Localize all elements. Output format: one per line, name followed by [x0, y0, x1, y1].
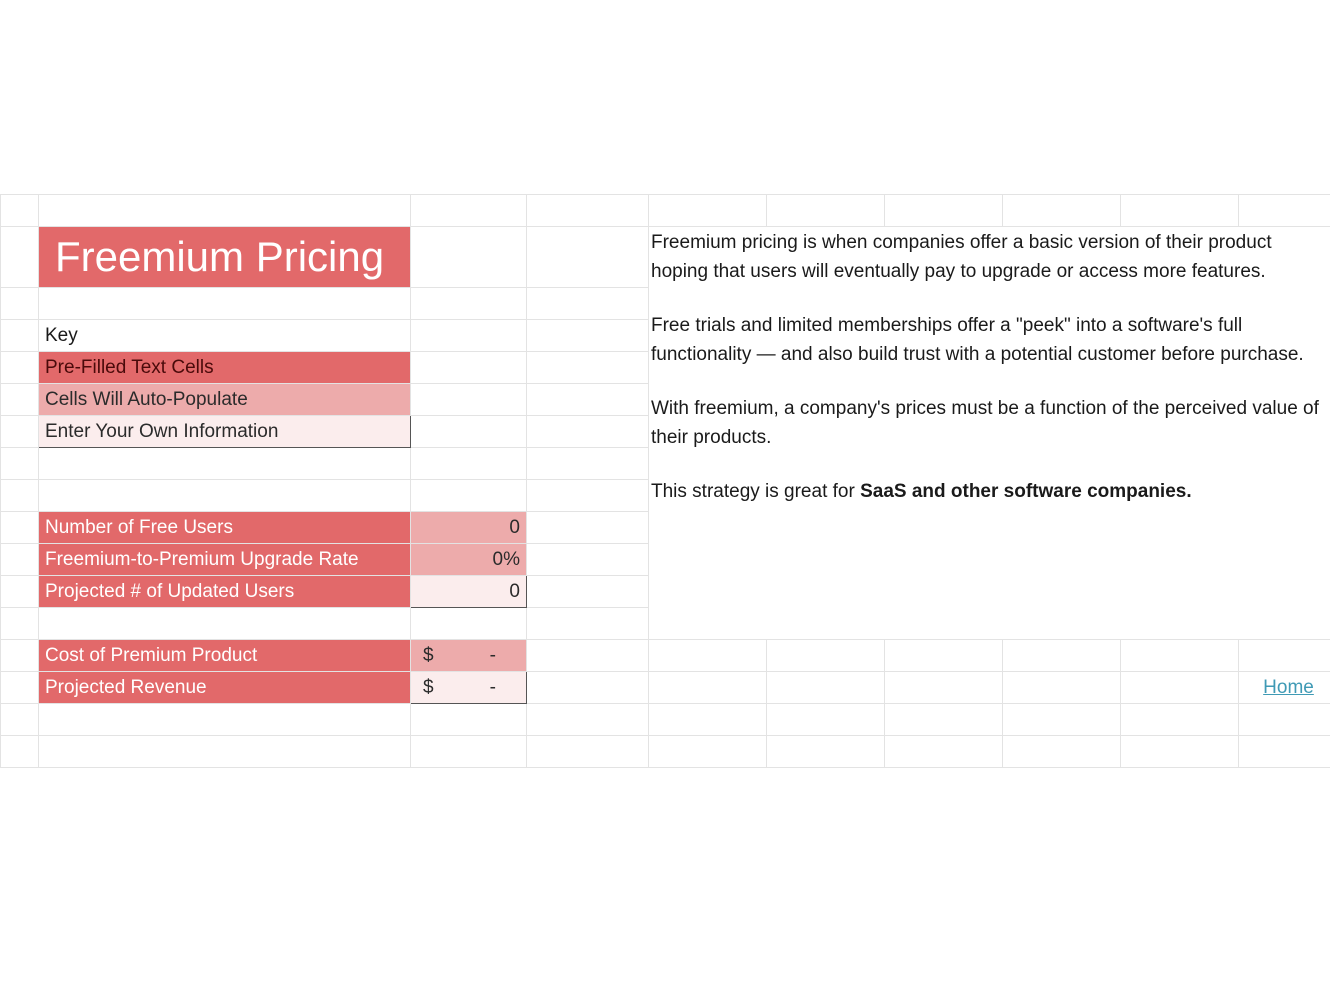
- page-title: Freemium Pricing: [55, 233, 384, 280]
- gutter-cell[interactable]: [1, 195, 39, 227]
- label-cost-premium[interactable]: Cost of Premium Product: [39, 640, 411, 672]
- title-cell[interactable]: Freemium Pricing: [39, 227, 411, 288]
- value-upgrade-rate[interactable]: 0%: [411, 544, 527, 576]
- key-heading[interactable]: Key: [39, 320, 411, 352]
- value-num-free-users[interactable]: 0: [411, 512, 527, 544]
- label-upgrade-rate[interactable]: Freemium-to-Premium Upgrade Rate: [39, 544, 411, 576]
- label-projected-users[interactable]: Projected # of Updated Users: [39, 576, 411, 608]
- description-p4: This strategy is great for SaaS and othe…: [651, 478, 1330, 507]
- spreadsheet-grid: Freemium Pricing Freemium pricing is whe…: [0, 194, 1330, 768]
- description-p3: With freemium, a company's prices must b…: [651, 395, 1330, 452]
- label-num-free-users[interactable]: Number of Free Users: [39, 512, 411, 544]
- key-enter[interactable]: Enter Your Own Information: [39, 416, 411, 448]
- home-link[interactable]: Home: [1263, 677, 1314, 698]
- value-projected-revenue[interactable]: $ -: [411, 672, 527, 704]
- key-auto[interactable]: Cells Will Auto-Populate: [39, 384, 411, 416]
- value-projected-users[interactable]: 0: [411, 576, 527, 608]
- description-p1: Freemium pricing is when companies offer…: [651, 229, 1330, 286]
- label-projected-revenue[interactable]: Projected Revenue: [39, 672, 411, 704]
- description-block[interactable]: Freemium pricing is when companies offer…: [649, 227, 1330, 640]
- value-cost-premium[interactable]: $ -: [411, 640, 527, 672]
- key-prefilled[interactable]: Pre-Filled Text Cells: [39, 352, 411, 384]
- description-p2: Free trials and limited memberships offe…: [651, 312, 1330, 369]
- gutter-cell[interactable]: [1, 227, 39, 288]
